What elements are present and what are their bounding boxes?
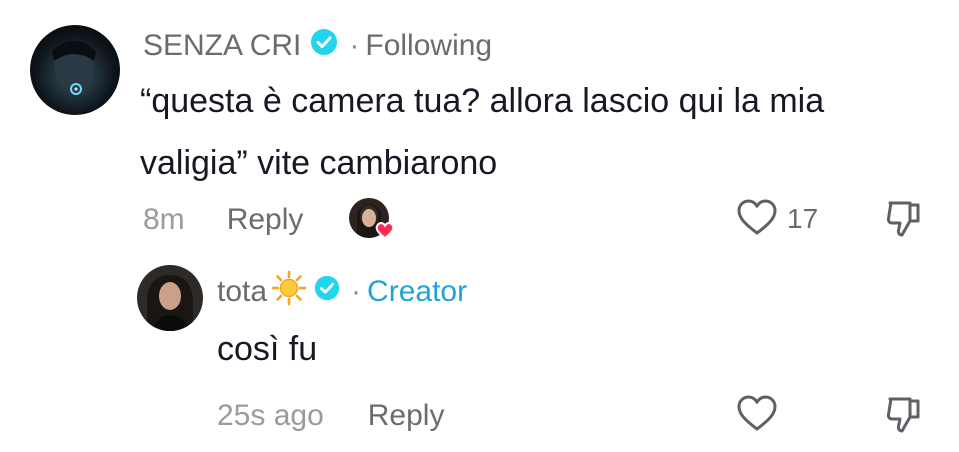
commenter-name-row: SENZA CRI · Following	[143, 26, 492, 66]
comment-text-line: “questa è camera tua? allora lascio qui …	[140, 82, 825, 120]
like-count: 17	[787, 203, 819, 234]
following-label: Following	[365, 29, 493, 62]
commenter-username[interactable]: SENZA CRI	[143, 29, 301, 63]
creator-liked-avatar	[347, 196, 395, 244]
like-button[interactable]: 17	[735, 197, 818, 241]
heart-icon	[735, 393, 779, 438]
comment-text: “questa è camera tua? allora lascio qui …	[140, 70, 824, 194]
reply-name-row: tota · Creator	[217, 270, 468, 314]
reply-text: così fu	[217, 330, 318, 368]
dislike-button[interactable]	[884, 197, 924, 246]
reply-meta: 25s ago Reply	[217, 396, 444, 436]
thumbs-down-icon	[886, 397, 920, 433]
verified-badge-icon	[313, 274, 341, 310]
verified-badge-icon	[309, 27, 339, 65]
separator-dot: ·	[349, 29, 360, 62]
comment-meta: 8m Reply	[143, 200, 303, 240]
comment-text-line: valigia” vite cambiarono	[140, 144, 498, 182]
dislike-button[interactable]	[884, 393, 924, 442]
comment-time: 8m	[143, 203, 185, 236]
like-button[interactable]	[735, 393, 779, 437]
reply-avatar[interactable]	[137, 265, 203, 331]
creator-label: Creator	[367, 275, 468, 308]
thumbs-down-icon	[886, 201, 920, 237]
reply-time: 25s ago	[217, 399, 324, 432]
commenter-avatar[interactable]	[30, 25, 120, 115]
reply-username[interactable]: tota	[217, 275, 267, 309]
separator-dot: ·	[351, 275, 362, 308]
reply-button[interactable]: Reply	[368, 399, 445, 433]
heart-icon	[735, 197, 779, 242]
heart-icon	[375, 222, 395, 240]
reply-button[interactable]: Reply	[227, 203, 304, 237]
sun-emoji-icon	[271, 270, 307, 314]
